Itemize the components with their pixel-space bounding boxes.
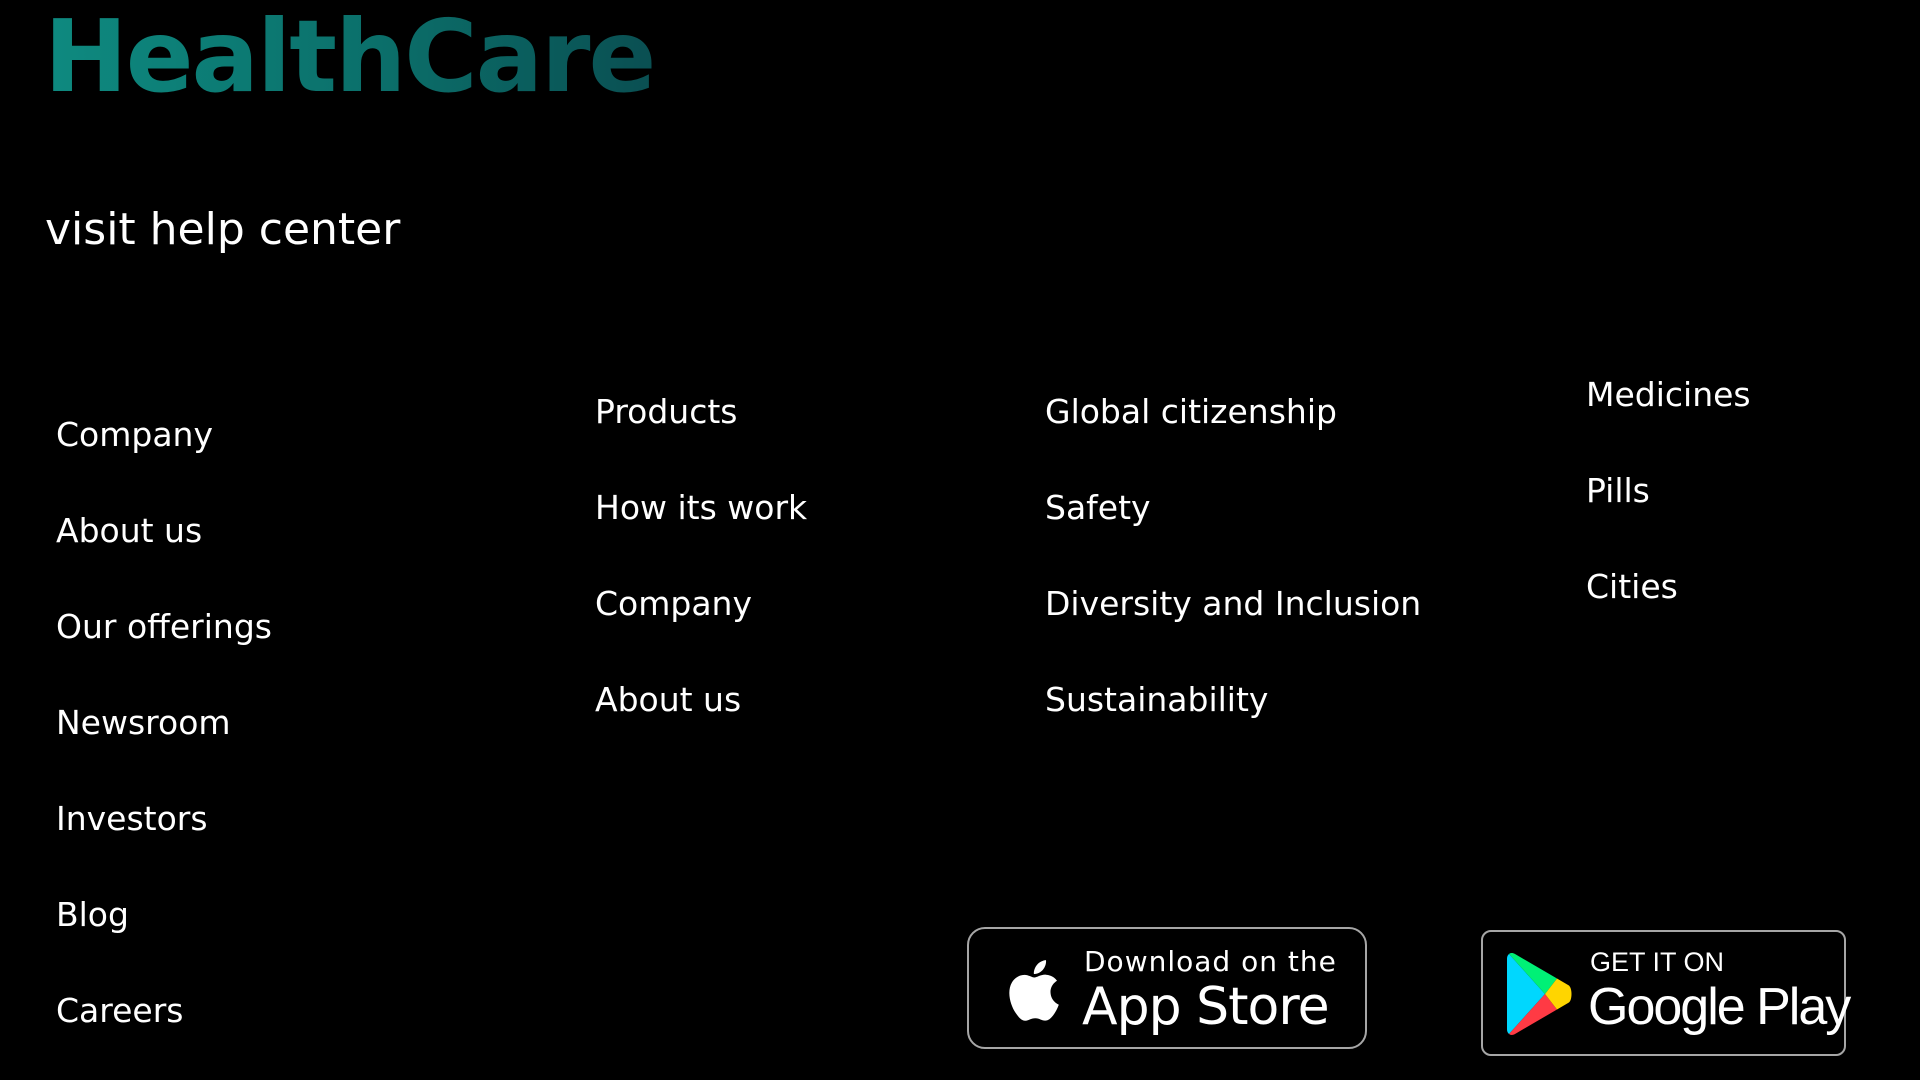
footer-link-investors-text[interactable]: Investors: [56, 799, 208, 838]
footer-link-company-2: Company: [595, 581, 752, 627]
footer-link-cities-text[interactable]: Cities: [1586, 567, 1678, 606]
apple-icon: [1009, 960, 1059, 1021]
footer-link-blog: Blog: [56, 892, 129, 938]
footer-link-newsroom-text[interactable]: Newsroom: [56, 703, 231, 742]
footer-link-how-its-work-text[interactable]: How its work: [595, 488, 807, 527]
footer-link-diversity: Diversity and Inclusion: [1045, 581, 1421, 627]
google-play-badge[interactable]: GET IT ON Google Play: [1481, 930, 1851, 1056]
footer-link-global-citizenship-text[interactable]: Global citizenship: [1045, 392, 1337, 431]
footer-link-how-its-work: How its work: [595, 485, 807, 531]
footer-link-about-us: About us: [56, 508, 202, 554]
footer-link-diversity-text[interactable]: Diversity and Inclusion: [1045, 584, 1421, 623]
footer-link-cities: Cities: [1586, 564, 1678, 610]
footer-link-about-us-2: About us: [595, 677, 741, 723]
footer-link-newsroom: Newsroom: [56, 700, 231, 746]
footer-link-global-citizenship: Global citizenship: [1045, 389, 1337, 435]
footer-link-medicines: Medicines: [1586, 372, 1751, 418]
footer-link-products-text[interactable]: Products: [595, 392, 738, 431]
app-store-caption: Download on the: [1084, 945, 1337, 978]
google-play-icon: [1507, 953, 1572, 1035]
footer-link-investors: Investors: [56, 796, 208, 842]
google-play-title: Google Play: [1588, 978, 1851, 1036]
footer-link-safety-text[interactable]: Safety: [1045, 488, 1151, 527]
footer-link-products: Products: [595, 389, 738, 435]
footer-link-pills-text[interactable]: Pills: [1586, 471, 1650, 510]
footer-link-company-text[interactable]: Company: [56, 415, 213, 454]
app-store-title: App Store: [1082, 977, 1330, 1037]
footer-link-sustainability-text[interactable]: Sustainability: [1045, 680, 1268, 719]
google-play-caption: GET IT ON: [1590, 947, 1725, 977]
footer-link-our-offerings-text[interactable]: Our offerings: [56, 607, 272, 646]
footer-link-about-us-text[interactable]: About us: [56, 511, 202, 550]
brand-logo[interactable]: HealthCare: [44, 2, 656, 112]
footer-link-company-2-text[interactable]: Company: [595, 584, 752, 623]
footer-link-safety: Safety: [1045, 485, 1151, 531]
footer-link-careers-text[interactable]: Careers: [56, 991, 183, 1030]
footer-link-about-us-2-text[interactable]: About us: [595, 680, 741, 719]
footer-link-sustainability: Sustainability: [1045, 677, 1268, 723]
footer-link-our-offerings: Our offerings: [56, 604, 272, 650]
footer-link-blog-text[interactable]: Blog: [56, 895, 129, 934]
app-store-badge[interactable]: Download on the App Store: [967, 927, 1367, 1049]
footer-link-careers: Careers: [56, 988, 183, 1034]
footer-link-pills: Pills: [1586, 468, 1650, 514]
footer-link-medicines-text[interactable]: Medicines: [1586, 375, 1751, 414]
footer-link-company: Company: [56, 412, 213, 458]
help-center-link[interactable]: visit help center: [45, 200, 400, 260]
